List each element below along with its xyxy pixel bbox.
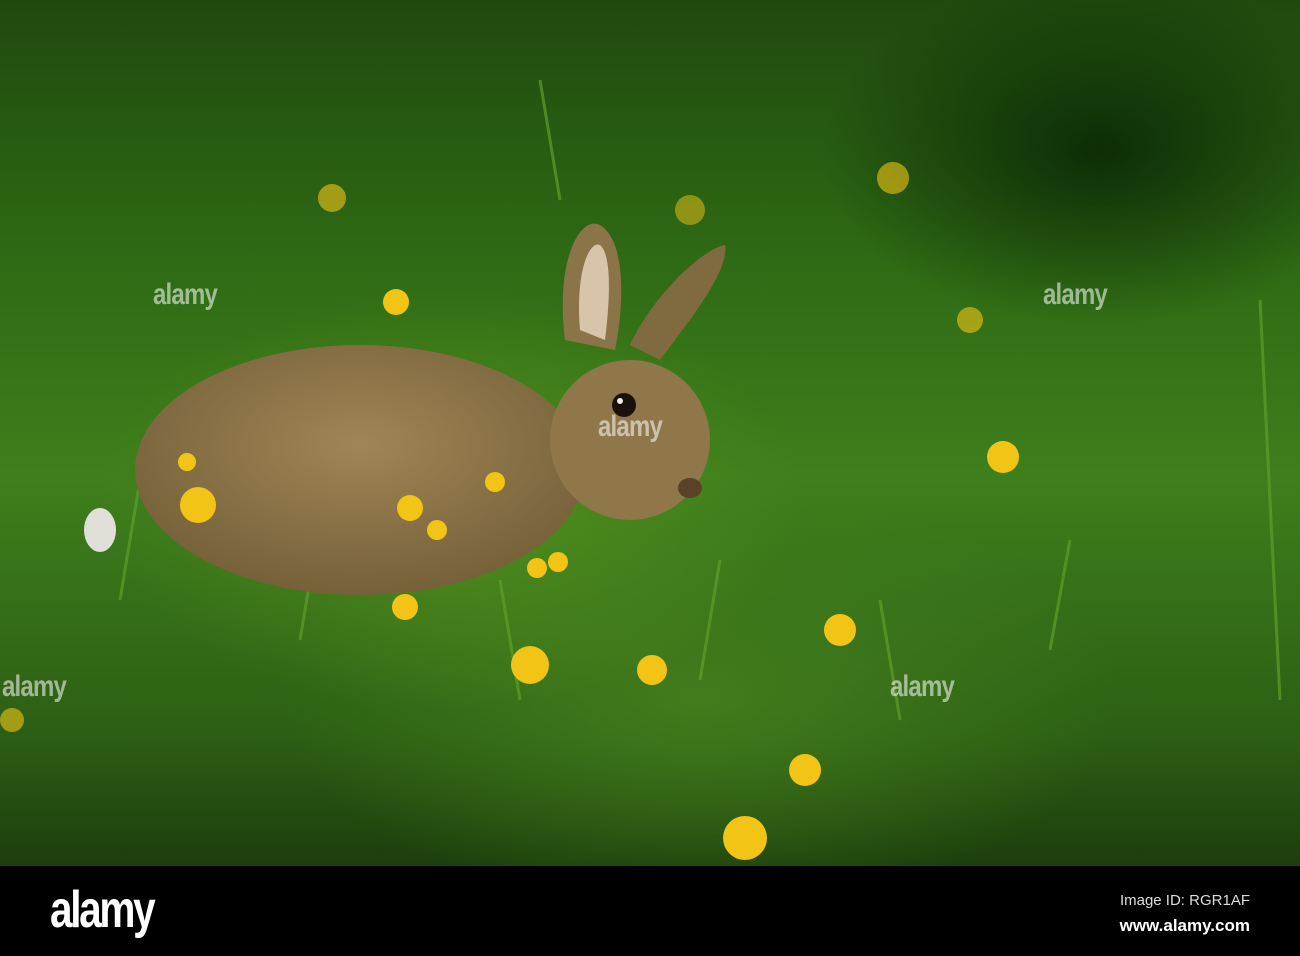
alamy-logo: alamy (50, 881, 156, 939)
watermark: alamy (890, 670, 955, 703)
rabbit-photo: alamy alamy alamy alamy alamy (0, 0, 1300, 866)
watermark: alamy (153, 278, 218, 311)
image-id: Image ID: RGR1AF (1119, 892, 1250, 909)
watermark: alamy (598, 410, 663, 443)
footer-bar: alamy Image ID: RGR1AF www.alamy.com (0, 866, 1300, 956)
watermark: alamy (1043, 278, 1108, 311)
watermark: alamy (2, 670, 67, 703)
website-url: www.alamy.com (1119, 916, 1250, 935)
